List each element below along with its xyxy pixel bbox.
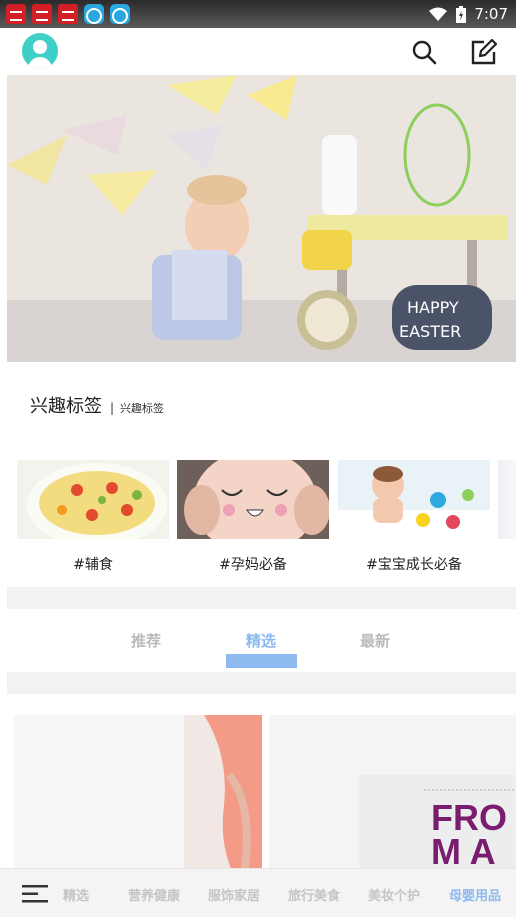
tag-label: #宝宝成长必备 (366, 557, 462, 573)
nav-item-clothing-home[interactable]: 服饰家居 (208, 885, 260, 904)
blue-app-notification-icon (110, 4, 130, 24)
feed-card-brand-text: FROM AUST (431, 797, 507, 876)
red-app-notification-icon (58, 4, 78, 24)
search-icon[interactable] (410, 38, 438, 66)
menu-icon[interactable] (22, 885, 48, 903)
feed-card[interactable]: FROM AUST (269, 715, 516, 875)
title-separator: | (110, 401, 115, 415)
feed-card[interactable] (14, 715, 262, 875)
edit-icon[interactable] (470, 38, 498, 66)
app-header (0, 28, 516, 76)
svg-text:EASTER: EASTER (399, 322, 461, 341)
wifi-icon (429, 7, 448, 21)
status-bar: 7:07 (0, 0, 516, 28)
banner-image[interactable]: HAPPY EASTER (7, 75, 516, 362)
tag-card-baby-food[interactable]: #辅食 (17, 460, 169, 574)
red-app-notification-icon (32, 4, 52, 24)
section-divider (7, 587, 516, 609)
blue-app-notification-icon (84, 4, 104, 24)
section-divider (7, 672, 516, 694)
tag-label: #辅食 (73, 557, 113, 573)
tag-card-baby-growth[interactable]: #宝宝成长必备 (338, 460, 490, 574)
bottom-category-nav: 精选 营养健康 服饰家居 旅行美食 美妆个护 母婴用品 (0, 868, 516, 917)
tag-card-pregnancy[interactable]: #孕妈必备 (177, 460, 329, 574)
user-avatar-icon[interactable] (22, 33, 58, 69)
tab-latest[interactable]: 最新 (360, 630, 390, 651)
active-tab-indicator (226, 654, 297, 668)
nav-item-nutrition-health[interactable]: 营养健康 (128, 885, 180, 904)
tag-label: #孕妈必备 (219, 557, 287, 573)
interest-tags-header: 兴趣标签 | 兴趣标签 (30, 392, 164, 418)
status-time: 7:07 (474, 5, 508, 23)
interest-tags-title: 兴趣标签 (30, 396, 102, 417)
nav-item-travel-food[interactable]: 旅行美食 (288, 885, 340, 904)
baby-growth-image (338, 460, 490, 539)
nav-item-mother-baby[interactable]: 母婴用品 (449, 885, 501, 904)
tab-featured[interactable]: 精选 (246, 630, 276, 651)
battery-icon (456, 5, 467, 23)
red-app-notification-icon (6, 4, 26, 24)
tag-card-partial[interactable] (498, 460, 516, 539)
nav-item-featured[interactable]: 精选 (63, 885, 89, 904)
baby-food-image (17, 460, 169, 539)
nav-item-beauty-care[interactable]: 美妆个护 (368, 885, 420, 904)
interest-tags-subtitle: 兴趣标签 (120, 402, 165, 415)
pregnancy-image (177, 460, 329, 539)
svg-text:HAPPY: HAPPY (407, 298, 459, 317)
tab-recommended[interactable]: 推荐 (131, 630, 161, 651)
